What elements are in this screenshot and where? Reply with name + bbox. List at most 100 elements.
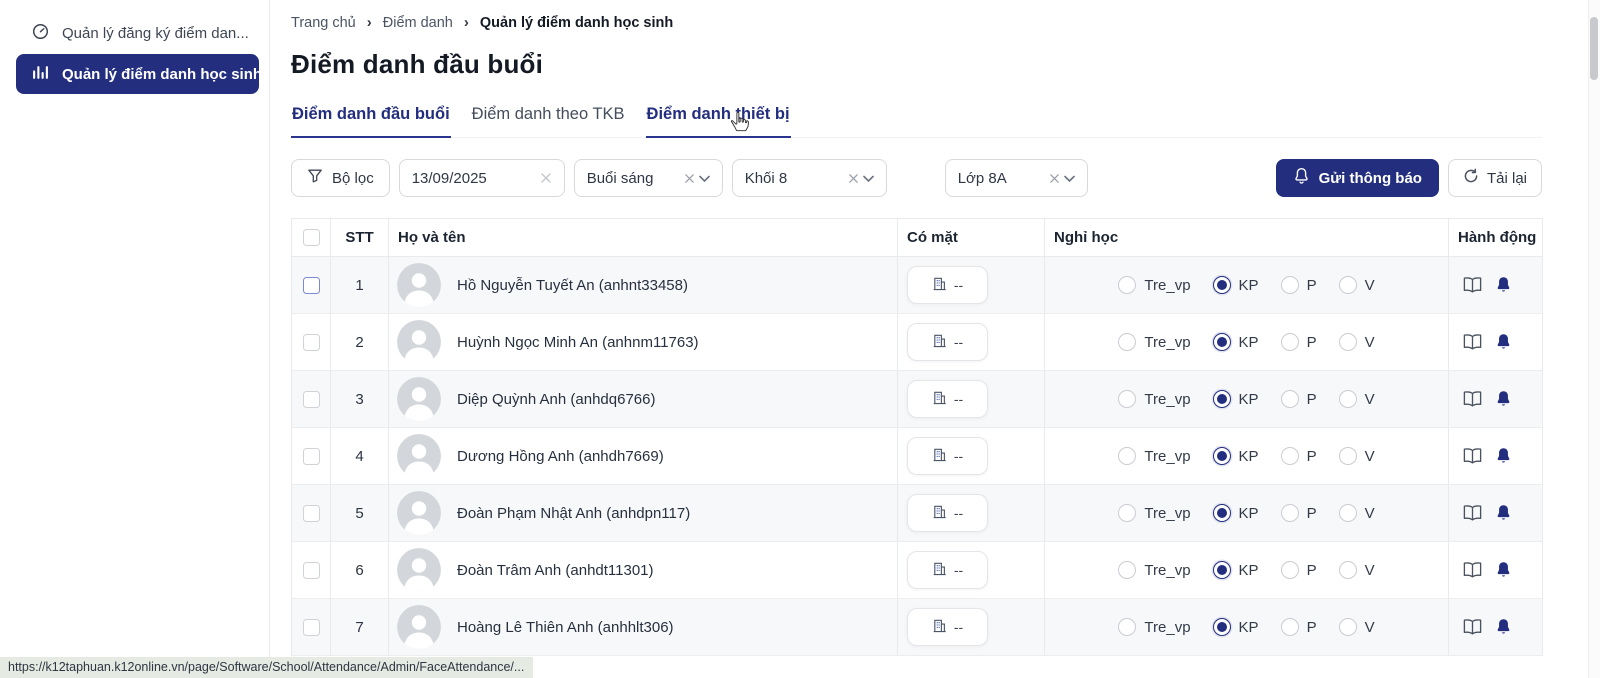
bell-icon[interactable]	[1495, 390, 1512, 408]
absence-radio-p[interactable]: P	[1281, 561, 1317, 579]
radio-icon[interactable]	[1118, 618, 1136, 636]
absence-radio-kp[interactable]: KP	[1213, 276, 1259, 294]
bell-icon[interactable]	[1495, 504, 1512, 522]
radio-icon[interactable]	[1213, 618, 1231, 636]
absence-radio-kp[interactable]: KP	[1213, 447, 1259, 465]
absence-radio-trevp[interactable]: Tre_vp	[1118, 447, 1190, 465]
radio-icon[interactable]	[1213, 333, 1231, 351]
sidebar-item-register-management[interactable]: Quản lý đăng ký điểm dan...	[0, 13, 269, 53]
absence-radio-p[interactable]: P	[1281, 333, 1317, 351]
tab-start-session[interactable]: Điểm danh đầu buổi	[291, 105, 451, 137]
radio-icon[interactable]	[1281, 333, 1299, 351]
absence-radio-v[interactable]: V	[1339, 333, 1375, 351]
absence-radio-p[interactable]: P	[1281, 390, 1317, 408]
book-icon[interactable]	[1462, 276, 1483, 294]
book-icon[interactable]	[1462, 618, 1483, 636]
absence-radio-p[interactable]: P	[1281, 276, 1317, 294]
clear-icon[interactable]	[540, 172, 552, 184]
row-checkbox[interactable]	[303, 505, 320, 522]
session-select[interactable]: Buổi sáng	[574, 159, 723, 197]
absence-radio-trevp[interactable]: Tre_vp	[1118, 390, 1190, 408]
absence-radio-trevp[interactable]: Tre_vp	[1118, 561, 1190, 579]
absence-radio-trevp[interactable]: Tre_vp	[1118, 618, 1190, 636]
radio-icon[interactable]	[1118, 390, 1136, 408]
row-checkbox[interactable]	[303, 448, 320, 465]
row-checkbox[interactable]	[303, 334, 320, 351]
absence-radio-kp[interactable]: KP	[1213, 561, 1259, 579]
absence-radio-trevp[interactable]: Tre_vp	[1118, 276, 1190, 294]
class-select[interactable]: Lớp 8A	[945, 159, 1088, 197]
radio-icon[interactable]	[1213, 504, 1231, 522]
send-notification-button[interactable]: Gửi thông báo	[1276, 159, 1439, 197]
scrollbar-thumb[interactable]	[1590, 17, 1598, 80]
book-icon[interactable]	[1462, 333, 1483, 351]
radio-icon[interactable]	[1213, 447, 1231, 465]
radio-icon[interactable]	[1118, 333, 1136, 351]
absence-radio-trevp[interactable]: Tre_vp	[1118, 504, 1190, 522]
radio-icon[interactable]	[1339, 447, 1357, 465]
scrollbar-track[interactable]	[1588, 0, 1600, 678]
present-button[interactable]: --	[907, 266, 988, 304]
radio-icon[interactable]	[1281, 276, 1299, 294]
present-button[interactable]: --	[907, 437, 988, 475]
radio-icon[interactable]	[1281, 504, 1299, 522]
filter-button[interactable]: Bộ lọc	[291, 159, 390, 197]
present-button[interactable]: --	[907, 380, 988, 418]
radio-icon[interactable]	[1118, 561, 1136, 579]
bell-icon[interactable]	[1495, 276, 1512, 294]
reload-button[interactable]: Tải lại	[1448, 159, 1542, 197]
row-checkbox[interactable]	[303, 277, 320, 294]
absence-radio-v[interactable]: V	[1339, 618, 1375, 636]
row-checkbox[interactable]	[303, 562, 320, 579]
bell-icon[interactable]	[1495, 561, 1512, 579]
absence-radio-v[interactable]: V	[1339, 390, 1375, 408]
present-button[interactable]: --	[907, 323, 988, 361]
absence-radio-kp[interactable]: KP	[1213, 390, 1259, 408]
row-checkbox[interactable]	[303, 619, 320, 636]
radio-icon[interactable]	[1213, 276, 1231, 294]
bell-icon[interactable]	[1495, 333, 1512, 351]
absence-radio-kp[interactable]: KP	[1213, 333, 1259, 351]
absence-radio-p[interactable]: P	[1281, 447, 1317, 465]
tab-by-device[interactable]: Điểm danh thiết bị	[646, 105, 791, 137]
radio-icon[interactable]	[1281, 618, 1299, 636]
radio-icon[interactable]	[1281, 390, 1299, 408]
clear-icon[interactable]	[1049, 173, 1060, 184]
bell-icon[interactable]	[1495, 447, 1512, 465]
absence-radio-kp[interactable]: KP	[1213, 618, 1259, 636]
breadcrumb-home[interactable]: Trang chủ	[291, 15, 356, 31]
radio-icon[interactable]	[1339, 390, 1357, 408]
radio-icon[interactable]	[1339, 333, 1357, 351]
absence-radio-v[interactable]: V	[1339, 561, 1375, 579]
book-icon[interactable]	[1462, 390, 1483, 408]
select-all-checkbox[interactable]	[303, 229, 320, 246]
clear-icon[interactable]	[848, 173, 859, 184]
clear-icon[interactable]	[684, 173, 695, 184]
date-input[interactable]: 13/09/2025	[399, 159, 565, 197]
radio-icon[interactable]	[1213, 561, 1231, 579]
book-icon[interactable]	[1462, 447, 1483, 465]
radio-icon[interactable]	[1118, 447, 1136, 465]
radio-icon[interactable]	[1118, 504, 1136, 522]
radio-icon[interactable]	[1213, 390, 1231, 408]
radio-icon[interactable]	[1339, 561, 1357, 579]
radio-icon[interactable]	[1339, 504, 1357, 522]
radio-icon[interactable]	[1281, 447, 1299, 465]
sidebar-item-student-attendance[interactable]: Quản lý điểm danh học sinh	[16, 54, 259, 94]
radio-icon[interactable]	[1339, 276, 1357, 294]
grade-select[interactable]: Khối 8	[732, 159, 887, 197]
absence-radio-kp[interactable]: KP	[1213, 504, 1259, 522]
book-icon[interactable]	[1462, 504, 1483, 522]
row-checkbox[interactable]	[303, 391, 320, 408]
present-button[interactable]: --	[907, 551, 988, 589]
absence-radio-v[interactable]: V	[1339, 276, 1375, 294]
absence-radio-p[interactable]: P	[1281, 618, 1317, 636]
book-icon[interactable]	[1462, 561, 1483, 579]
tab-by-timetable[interactable]: Điểm danh theo TKB	[471, 105, 626, 137]
radio-icon[interactable]	[1281, 561, 1299, 579]
absence-radio-v[interactable]: V	[1339, 504, 1375, 522]
radio-icon[interactable]	[1118, 276, 1136, 294]
breadcrumb-attendance[interactable]: Điểm danh	[383, 15, 453, 31]
absence-radio-trevp[interactable]: Tre_vp	[1118, 333, 1190, 351]
radio-icon[interactable]	[1339, 618, 1357, 636]
